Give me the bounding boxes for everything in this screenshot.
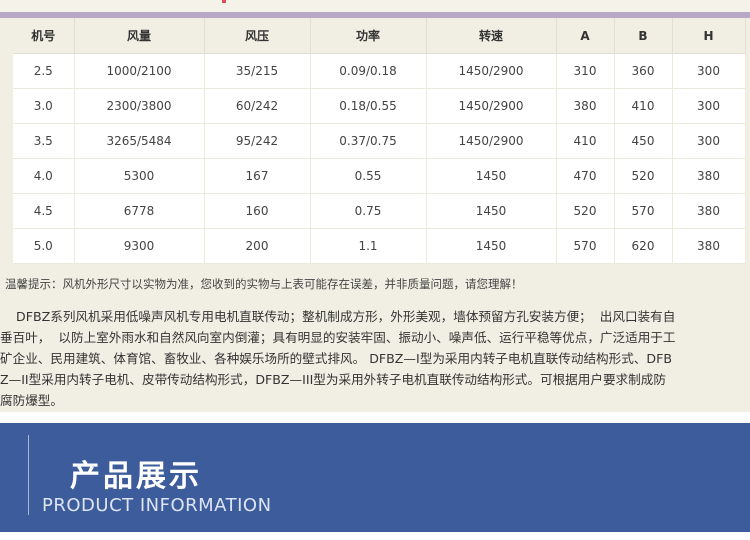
table-cell: 0.18/0.55 <box>310 88 427 124</box>
header-pressure: 风压 <box>204 18 311 54</box>
table-cell: 0.55 <box>310 158 427 194</box>
description-line: Z—II型采用内转子电机、皮带传动结构形式，DFBZ—III型为采用外转子电机直… <box>0 372 666 387</box>
table-cell: 310 <box>556 53 615 89</box>
section-banner: 产品展示 PRODUCT INFORMATION <box>0 423 750 532</box>
table-cell: 380 <box>672 193 746 229</box>
table-cell: 60/242 <box>204 88 311 124</box>
table-cell: 1450 <box>426 228 557 264</box>
table-row: 3.5 3265/5484 95/242 0.37/0.75 1450/2900… <box>13 123 746 159</box>
table-cell: 570 <box>556 228 615 264</box>
table-cell: 9300 <box>74 228 205 264</box>
table-cell: 450 <box>614 123 673 159</box>
top-strip <box>0 0 750 12</box>
table-cell: 200 <box>204 228 311 264</box>
header-a: A <box>556 18 615 54</box>
table-cell: 520 <box>614 158 673 194</box>
table-cell: 380 <box>672 228 746 264</box>
table-cell: 570 <box>614 193 673 229</box>
table-cell: 2300/3800 <box>74 88 205 124</box>
table-cell: 5.0 <box>13 228 75 264</box>
table-cell: 1450 <box>426 158 557 194</box>
table-cell: 380 <box>672 158 746 194</box>
table-cell: 620 <box>614 228 673 264</box>
table-cell: 1450/2900 <box>426 123 557 159</box>
header-b: B <box>614 18 673 54</box>
bottom-strip <box>0 532 750 540</box>
table-row: 5.0 9300 200 1.1 1450 570 620 380 <box>13 228 746 264</box>
banner-subtitle: PRODUCT INFORMATION <box>42 495 272 516</box>
table-cell: 160 <box>204 193 311 229</box>
table-cell: 1450/2900 <box>426 88 557 124</box>
table-cell: 1450 <box>426 193 557 229</box>
table-cell: 520 <box>556 193 615 229</box>
table-cell: 0.75 <box>310 193 427 229</box>
table-row: 2.5 1000/2100 35/215 0.09/0.18 1450/2900… <box>13 53 746 89</box>
table-cell: 360 <box>614 53 673 89</box>
description-line: 腐防爆型。 <box>0 393 63 406</box>
table-cell: 5300 <box>74 158 205 194</box>
header-model: 机号 <box>13 18 75 54</box>
header-speed: 转速 <box>426 18 557 54</box>
table-cell: 300 <box>672 123 746 159</box>
table-row: 3.0 2300/3800 60/242 0.18/0.55 1450/2900… <box>13 88 746 124</box>
header-h: H <box>672 18 746 54</box>
notice-text: 温馨提示：风机外形尺寸以实物为准，您收到的实物与上表可能存在误差，并非质量问题，… <box>5 277 523 291</box>
table-cell: 300 <box>672 53 746 89</box>
table-cell: 1000/2100 <box>74 53 205 89</box>
table-cell: 410 <box>614 88 673 124</box>
table-cell: 2.5 <box>13 53 75 89</box>
table-cell: 95/242 <box>204 123 311 159</box>
table-row: 4.5 6778 160 0.75 1450 520 570 380 <box>13 193 746 229</box>
description-line: 矿企业、民用建筑、体育馆、畜牧业、各种娱乐场所的壁式排风。 DFBZ—I型为采用… <box>0 351 673 366</box>
table-cell: 4.0 <box>13 158 75 194</box>
product-description: DFBZ系列风机采用低噪声风机专用电机直联传动；整机制成方形，外形美观，墙体预留… <box>0 306 750 406</box>
banner-divider-line <box>28 435 29 515</box>
table-cell: 410 <box>556 123 615 159</box>
table-cell: 3265/5484 <box>74 123 205 159</box>
spec-table: 机号 风量 风压 功率 转速 A B H 2.5 1000/2100 35/21… <box>13 18 746 264</box>
table-cell: 0.09/0.18 <box>310 53 427 89</box>
table-row: 4.0 5300 167 0.55 1450 470 520 380 <box>13 158 746 194</box>
table-cell: 167 <box>204 158 311 194</box>
table-cell: 35/215 <box>204 53 311 89</box>
banner-title: 产品展示 <box>70 459 202 494</box>
table-cell: 1.1 <box>310 228 427 264</box>
table-cell: 3.5 <box>13 123 75 159</box>
header-power: 功率 <box>310 18 427 54</box>
table-cell: 6778 <box>74 193 205 229</box>
table-cell: 0.37/0.75 <box>310 123 427 159</box>
table-cell: 470 <box>556 158 615 194</box>
table-cell: 4.5 <box>13 193 75 229</box>
table-header-row: 机号 风量 风压 功率 转速 A B H <box>13 18 746 54</box>
header-airflow: 风量 <box>74 18 205 54</box>
description-line: DFBZ系列风机采用低噪声风机专用电机直联传动；整机制成方形，外形美观，墙体预留… <box>0 309 676 324</box>
section-spacer <box>0 412 750 423</box>
decorative-mark <box>222 0 226 3</box>
table-cell: 1450/2900 <box>426 53 557 89</box>
table-cell: 300 <box>672 88 746 124</box>
table-cell: 3.0 <box>13 88 75 124</box>
description-line: 垂百叶， 以防上室外雨水和自然风向室内倒灌；具有明显的安装牢固、振动小、噪声低、… <box>0 330 676 345</box>
table-cell: 380 <box>556 88 615 124</box>
